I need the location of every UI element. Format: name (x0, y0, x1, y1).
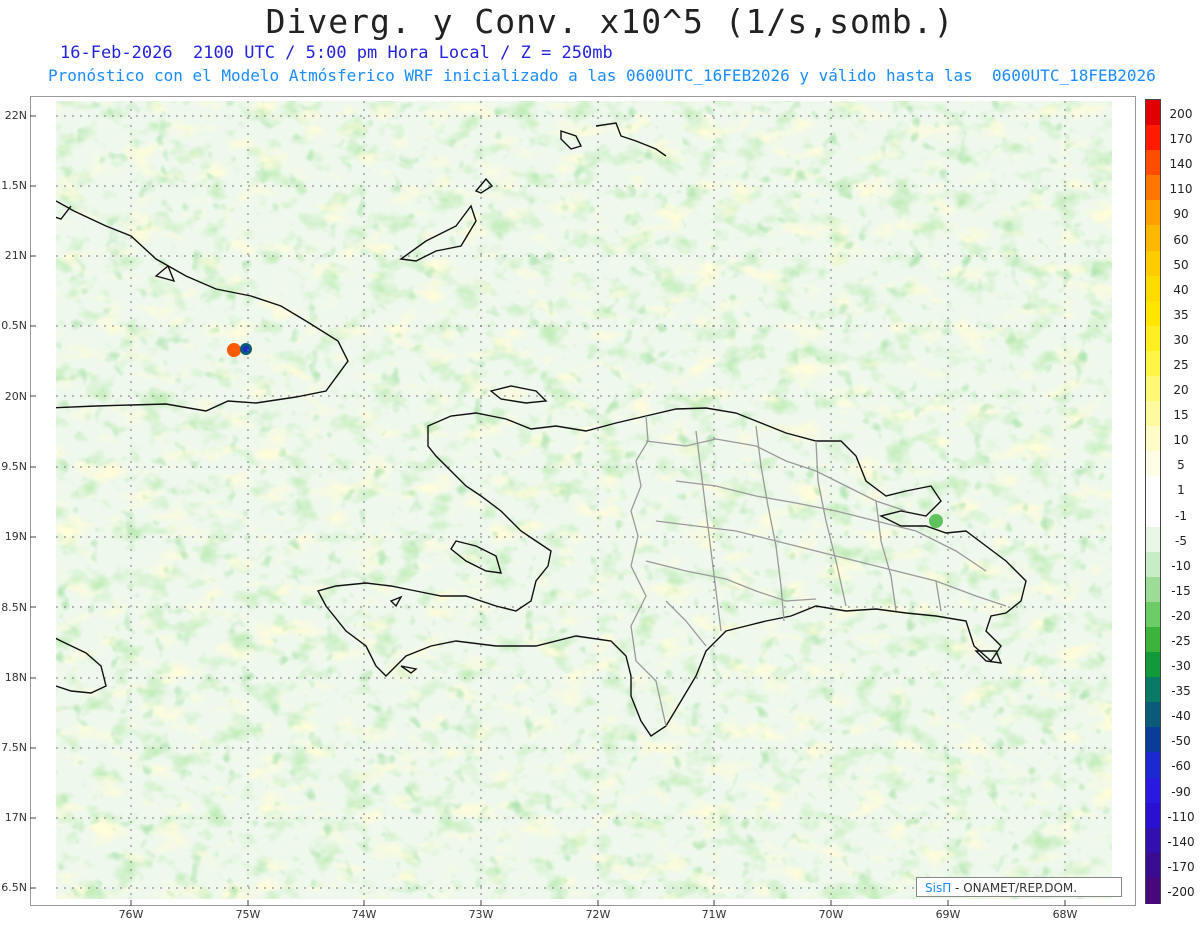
colorbar-swatch (1146, 350, 1160, 377)
chart-title: Diverg. y Conv. x10^5 (1/s,somb.) (265, 2, 955, 41)
colorbar-label: 50 (1173, 257, 1189, 272)
colorbar-swatch (1146, 125, 1160, 151)
colorbar-label: 30 (1173, 332, 1189, 347)
credit-box: SisΠ - ONAMET/REP.DOM. (916, 877, 1122, 897)
colorbar-swatch (1146, 802, 1160, 829)
lon-label: 72W (585, 908, 611, 921)
colorbar-label: -50 (1171, 734, 1191, 749)
lon-label: 74W (351, 908, 377, 921)
colorbar-label: 5 (1177, 458, 1185, 473)
colorbar-swatch (1146, 426, 1160, 452)
colorbar-label: -90 (1171, 784, 1191, 799)
lat-label: 20N (4, 390, 27, 403)
lat-label: 17N (4, 811, 27, 824)
lon-label: 75W (235, 908, 261, 921)
colorbar-label: -60 (1171, 759, 1191, 774)
colorbar-swatch (1146, 702, 1160, 728)
colorbar-label: 25 (1173, 357, 1189, 372)
colorbar-label: -140 (1167, 834, 1195, 849)
colorbar-swatch (1146, 601, 1160, 628)
colorbar-swatch (1146, 300, 1160, 327)
colorbar-label: -20 (1171, 608, 1191, 623)
colorbar-label: 40 (1173, 282, 1189, 297)
colorbar-label: -110 (1167, 809, 1195, 824)
lat-label: 8.5N (1, 601, 27, 614)
colorbar-swatch (1146, 200, 1160, 226)
colorbar-swatch (1146, 275, 1160, 302)
colorbar-swatch (1146, 451, 1160, 477)
credit-text: - ONAMET/REP.DOM. (951, 881, 1078, 895)
colorbar-label: -25 (1171, 634, 1191, 649)
lon-label: 70W (818, 908, 844, 921)
colorbar-swatch (1146, 501, 1160, 528)
lat-label: 19N (4, 530, 27, 543)
colorbar-label: 110 (1169, 182, 1193, 197)
colorbar-label: 15 (1173, 408, 1189, 423)
colorbar-label: 170 (1169, 132, 1193, 147)
lat-label: 7.5N (1, 741, 27, 754)
colorbar-swatch (1146, 652, 1160, 678)
lon-label: 76W (118, 908, 144, 921)
lon-label: 73W (468, 908, 494, 921)
sispi-logo: SisΠ (925, 881, 952, 895)
colorbar-label: 20 (1173, 383, 1189, 398)
colorbar-swatch (1146, 877, 1160, 904)
lat-label: 1.5N (1, 179, 27, 192)
colorbar-swatch (1146, 100, 1160, 126)
colorbar-label: -200 (1167, 884, 1195, 899)
colorbar-label: -170 (1167, 859, 1195, 874)
colorbar-swatch (1146, 576, 1160, 603)
colorbar-swatch (1146, 175, 1160, 201)
lat-label: 9.5N (1, 460, 27, 473)
colorbar-label: -40 (1171, 709, 1191, 724)
lon-label: 69W (935, 908, 961, 921)
colorbar-label: 10 (1173, 433, 1189, 448)
colorbar-swatch (1146, 225, 1160, 252)
date-subtitle: 16-Feb-2026 2100 UTC / 5:00 pm Hora Loca… (60, 43, 613, 63)
colorbar-label: 90 (1173, 207, 1189, 222)
colorbar-swatch (1146, 250, 1160, 277)
colorbar-swatch (1146, 526, 1160, 553)
colorbar-swatch (1146, 150, 1160, 176)
colorbar-label: -10 (1171, 558, 1191, 573)
colorbar-swatch (1146, 325, 1160, 352)
colorbar-swatch (1146, 752, 1160, 779)
lat-label: 18N (4, 671, 27, 684)
colorbar-label: 1 (1177, 483, 1185, 498)
colorbar-swatch (1146, 551, 1160, 578)
colorbar-label: -15 (1171, 583, 1191, 598)
colorbar-label: 60 (1173, 232, 1189, 247)
colorbar-label: 35 (1173, 307, 1189, 322)
colorbar-swatch (1146, 401, 1160, 427)
lat-label: 6.5N (1, 881, 27, 894)
colorbar-label: -35 (1171, 684, 1191, 699)
lat-label: 0.5N (1, 319, 27, 332)
colorbar-swatch (1146, 777, 1160, 804)
colorbar-swatch (1146, 626, 1160, 653)
colorbar-swatch (1146, 827, 1160, 854)
colorbar-label: 200 (1169, 107, 1193, 122)
axis-frame (30, 96, 1136, 906)
lon-label: 71W (701, 908, 727, 921)
colorbar-label: -5 (1175, 533, 1187, 548)
lat-label: 21N (4, 249, 27, 262)
colorbar-swatch (1146, 727, 1160, 753)
model-subtitle: Pronóstico con el Modelo Atmósferico WRF… (48, 66, 1156, 85)
colorbar (1145, 99, 1161, 904)
colorbar-swatch (1146, 677, 1160, 703)
colorbar-swatch (1146, 376, 1160, 402)
colorbar-swatch (1146, 476, 1160, 502)
colorbar-label: -30 (1171, 659, 1191, 674)
colorbar-label: -1 (1175, 508, 1187, 523)
lat-label: 22N (4, 109, 27, 122)
colorbar-swatch (1146, 852, 1160, 879)
lon-label: 68W (1052, 908, 1078, 921)
colorbar-label: 140 (1169, 157, 1193, 172)
